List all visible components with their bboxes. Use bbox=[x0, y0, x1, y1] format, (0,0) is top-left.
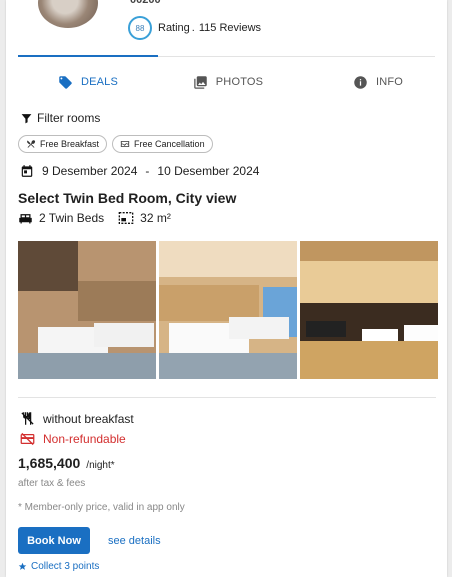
rating-row: 88 Rating. 115 Reviews bbox=[128, 16, 261, 40]
hotel-header: 00200 88 Rating. 115 Reviews bbox=[6, 0, 447, 56]
tax-note: after tax & fees bbox=[18, 478, 86, 489]
hotel-deal-card: 00200 88 Rating. 115 Reviews DEALS PHOTOS… bbox=[6, 0, 447, 577]
tab-info-label: INFO bbox=[375, 76, 404, 88]
photos-icon bbox=[194, 75, 207, 89]
room-photo-3-art bbox=[300, 241, 438, 379]
non-refundable-icon bbox=[20, 432, 35, 446]
tag-icon bbox=[59, 75, 72, 89]
breakfast-info: without breakfast bbox=[20, 411, 134, 426]
chip-free-breakfast-label: Free Breakfast bbox=[40, 139, 100, 149]
checkout-date: 10 Desember 2024 bbox=[157, 164, 260, 178]
reviews-count[interactable]: 115 Reviews bbox=[199, 22, 261, 34]
room-photo-2[interactable] bbox=[159, 241, 297, 379]
chip-free-cancellation[interactable]: Free Cancellation bbox=[112, 135, 213, 153]
price-amount: 1,685,400 bbox=[18, 455, 81, 471]
hotel-name: 00200 bbox=[130, 0, 161, 6]
tab-photos-label: PHOTOS bbox=[215, 76, 264, 88]
ticket-icon bbox=[120, 141, 130, 147]
stay-dates[interactable]: 9 Desember 2024 - 10 Desember 2024 bbox=[20, 164, 259, 178]
rating-text: Rating. 115 Reviews bbox=[158, 22, 261, 34]
rating-score-badge: 88 bbox=[128, 16, 152, 40]
chip-free-breakfast[interactable]: Free Breakfast bbox=[18, 135, 108, 153]
room-photo-3[interactable] bbox=[300, 241, 438, 379]
tab-bar: DEALS PHOTOS INFO bbox=[18, 55, 435, 109]
tab-info[interactable]: INFO bbox=[308, 57, 447, 107]
room-specs: 2 Twin Beds 32 m² bbox=[18, 211, 171, 225]
calendar-icon bbox=[21, 165, 33, 177]
star-icon bbox=[18, 562, 27, 570]
refund-info: Non-refundable bbox=[20, 432, 126, 446]
book-now-button[interactable]: Book Now bbox=[18, 527, 90, 554]
price-row: 1,685,400 /night* bbox=[18, 455, 115, 471]
filter-rooms-button[interactable]: Filter rooms bbox=[20, 111, 100, 125]
tab-deals-label: DEALS bbox=[80, 76, 119, 88]
collect-points: Collect 3 points bbox=[18, 561, 99, 572]
tab-deals[interactable]: DEALS bbox=[18, 57, 158, 107]
member-price-note: * Member-only price, valid in app only bbox=[18, 502, 185, 513]
room-size: 32 m² bbox=[140, 211, 171, 225]
info-icon bbox=[354, 75, 367, 89]
refund-text: Non-refundable bbox=[43, 432, 126, 446]
breakfast-text: without breakfast bbox=[43, 411, 134, 426]
price-per-night: /night* bbox=[86, 460, 115, 471]
bed-count: 2 Twin Beds bbox=[39, 211, 105, 225]
bed-icon bbox=[19, 213, 32, 223]
room-photo-2-art bbox=[159, 241, 297, 379]
room-photo-1-art bbox=[18, 241, 156, 379]
cutlery-icon bbox=[27, 140, 36, 148]
no-breakfast-icon bbox=[21, 412, 34, 425]
filter-chips: Free Breakfast Free Cancellation bbox=[18, 135, 218, 153]
collect-points-text: Collect 3 points bbox=[31, 561, 100, 572]
tab-photos[interactable]: PHOTOS bbox=[158, 57, 298, 107]
section-divider bbox=[18, 397, 436, 398]
hotel-avatar bbox=[38, 0, 98, 28]
room-title: Select Twin Bed Room, City view bbox=[18, 190, 237, 206]
chip-free-cancellation-label: Free Cancellation bbox=[134, 139, 205, 149]
filter-rooms-label: Filter rooms bbox=[37, 111, 101, 125]
date-separator: - bbox=[145, 164, 150, 178]
filter-icon bbox=[21, 113, 32, 123]
checkin-date: 9 Desember 2024 bbox=[42, 164, 138, 178]
rating-label: Rating bbox=[158, 22, 190, 34]
rating-separator: . bbox=[191, 22, 195, 34]
room-photo-1[interactable] bbox=[18, 241, 156, 379]
room-photo-gallery bbox=[18, 241, 441, 379]
room-size-icon bbox=[118, 212, 134, 224]
see-details-link[interactable]: see details bbox=[108, 535, 161, 547]
